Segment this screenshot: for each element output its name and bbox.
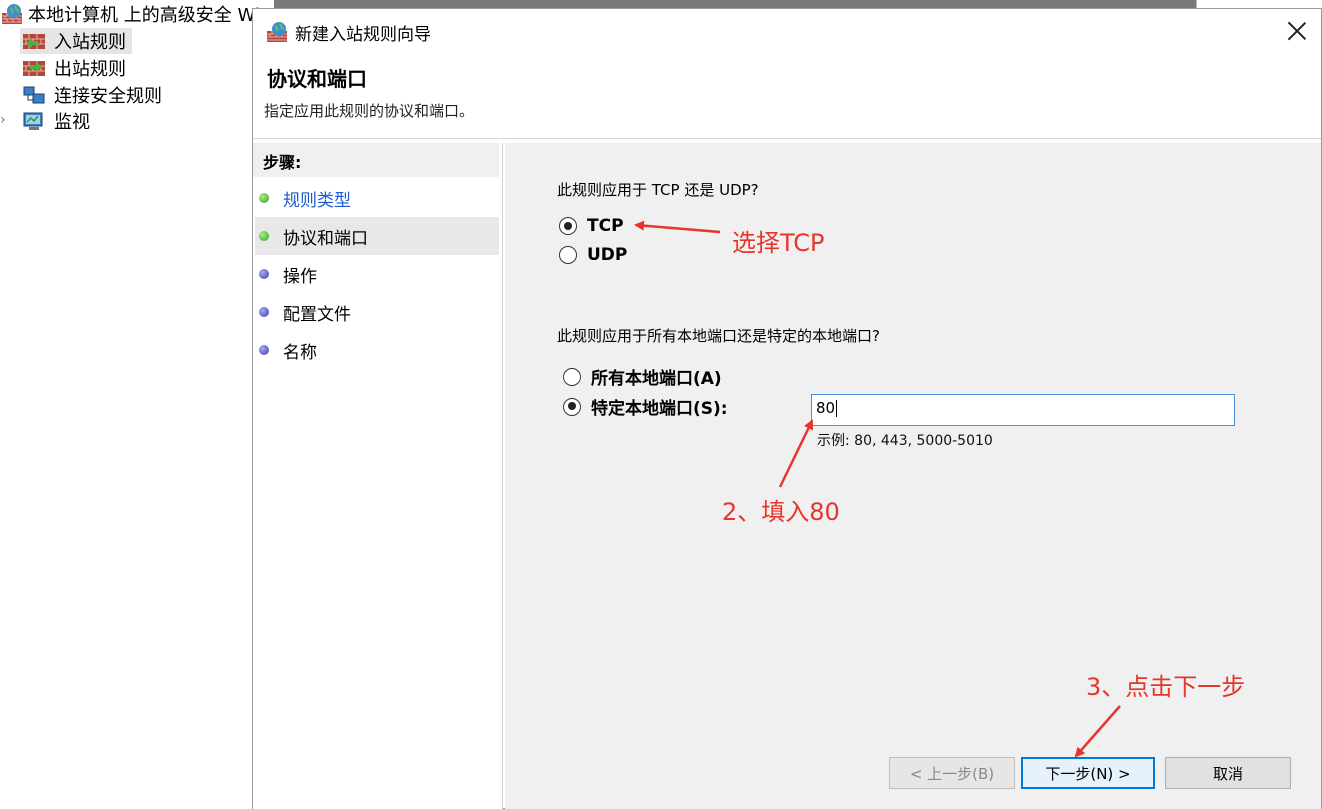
tree-root-label: 本地计算机 上的高级安全 Wi xyxy=(28,5,260,26)
port-example: 示例: 80, 443, 5000-5010 xyxy=(817,433,993,449)
monitor-icon xyxy=(23,112,43,130)
radio-label: UDP xyxy=(587,245,628,265)
protocol-question: 此规则应用于 TCP 还是 UDP? xyxy=(557,181,759,199)
step-action: 操作 xyxy=(255,255,499,293)
tree-item-label: 出站规则 xyxy=(54,59,126,80)
tree-item-label: 入站规则 xyxy=(54,32,126,53)
tree-item-label: 监视 xyxy=(54,112,90,133)
radio-udp[interactable]: UDP xyxy=(559,245,627,265)
firewall-globe-icon xyxy=(267,22,287,42)
step-protocol-and-ports: 协议和端口 xyxy=(255,217,499,255)
wizard-content: 此规则应用于 TCP 还是 UDP? TCP UDP 此规则应用于所有本地端口还… xyxy=(505,143,1321,809)
step-profile: 配置文件 xyxy=(255,293,499,331)
page-title: 协议和端口 xyxy=(267,67,367,91)
connection-security-icon xyxy=(23,86,45,104)
tree-item-connection-security[interactable]: 连接安全规则 xyxy=(20,82,168,108)
radio-button-selected[interactable] xyxy=(559,217,577,235)
radio-all-local-ports[interactable]: 所有本地端口(A) xyxy=(563,364,722,389)
radio-specific-local-ports[interactable]: 特定本地端口(S): xyxy=(563,394,728,419)
tree-expander-icon[interactable]: › xyxy=(0,112,6,128)
step-pending-icon xyxy=(259,269,269,279)
step-label[interactable]: 规则类型 xyxy=(283,186,351,211)
next-button[interactable]: 下一步(N) > xyxy=(1021,757,1155,789)
outbound-rules-icon xyxy=(23,61,45,76)
back-button[interactable]: < 上一步(B) xyxy=(889,757,1015,789)
firewall-globe-icon xyxy=(2,4,22,24)
radio-label: 所有本地端口(A) xyxy=(591,369,722,389)
cancel-button[interactable]: 取消 xyxy=(1165,757,1291,789)
steps-header: 步骤: xyxy=(253,143,499,177)
steps-pane: 步骤: 规则类型 协议和端口 操作 配置文件 名称 xyxy=(253,143,503,809)
annotation-click-next: 3、点击下一步 xyxy=(1086,673,1246,701)
step-completed-icon xyxy=(259,193,269,203)
inbound-rules-icon xyxy=(23,34,45,49)
step-name: 名称 xyxy=(255,331,499,369)
tree-item-inbound-rules[interactable]: 入站规则 xyxy=(20,28,132,54)
step-pending-icon xyxy=(259,345,269,355)
radio-button-selected[interactable] xyxy=(563,397,581,416)
step-current-icon xyxy=(259,231,269,241)
tree-item-outbound-rules[interactable]: 出站规则 xyxy=(20,55,132,81)
annotation-select-tcp: 选择TCP xyxy=(732,229,825,257)
step-rule-type[interactable]: 规则类型 xyxy=(255,179,499,217)
text-caret xyxy=(836,400,838,417)
screen: 本地计算机 上的高级安全 Wi 入站规则 出站规则 连接安全规则 › 监视 新建… xyxy=(0,0,1322,809)
divider xyxy=(253,138,1321,139)
tree-item-label: 连接安全规则 xyxy=(54,86,162,107)
tree-item-monitor[interactable]: 监视 xyxy=(20,108,96,134)
step-label: 名称 xyxy=(283,342,317,363)
radio-button[interactable] xyxy=(563,367,581,386)
annotation-enter-80: 2、填入80 xyxy=(722,498,840,526)
local-port-input[interactable]: 80 xyxy=(811,394,1235,426)
port-question: 此规则应用于所有本地端口还是特定的本地端口? xyxy=(557,327,880,345)
step-pending-icon xyxy=(259,307,269,317)
step-label: 配置文件 xyxy=(283,304,351,325)
radio-tcp[interactable]: TCP xyxy=(559,216,624,236)
port-value: 80 xyxy=(816,399,836,417)
radio-label: 特定本地端口(S): xyxy=(591,399,728,419)
radio-label: TCP xyxy=(587,216,624,236)
step-label: 协议和端口 xyxy=(283,228,368,249)
close-button[interactable] xyxy=(1287,21,1307,41)
page-subtitle: 指定应用此规则的协议和端口。 xyxy=(264,102,475,120)
tree-root[interactable]: 本地计算机 上的高级安全 Wi xyxy=(0,2,260,26)
title-bar[interactable]: 新建入站规则向导 xyxy=(253,9,1321,55)
dialog-title: 新建入站规则向导 xyxy=(295,24,431,45)
console-tree: 本地计算机 上的高级安全 Wi 入站规则 出站规则 连接安全规则 › 监视 xyxy=(0,0,260,809)
radio-button[interactable] xyxy=(559,246,577,264)
step-label: 操作 xyxy=(283,266,317,287)
